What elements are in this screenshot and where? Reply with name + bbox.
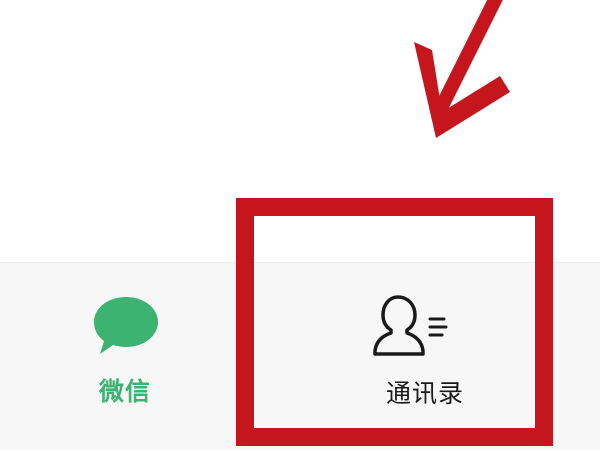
tab-contacts-label: 通讯录 <box>385 379 464 408</box>
chat-bubble-icon <box>94 297 158 354</box>
content-area <box>0 0 600 262</box>
tab-chats-label: 微信 <box>98 377 151 406</box>
app-screen: 微信 通讯录 <box>0 0 600 450</box>
tab-chats[interactable]: 微信 <box>40 263 210 450</box>
contacts-icon <box>373 295 448 356</box>
bottom-tab-bar: 微信 通讯录 <box>0 262 600 450</box>
tab-contacts[interactable]: 通讯录 <box>330 263 520 450</box>
